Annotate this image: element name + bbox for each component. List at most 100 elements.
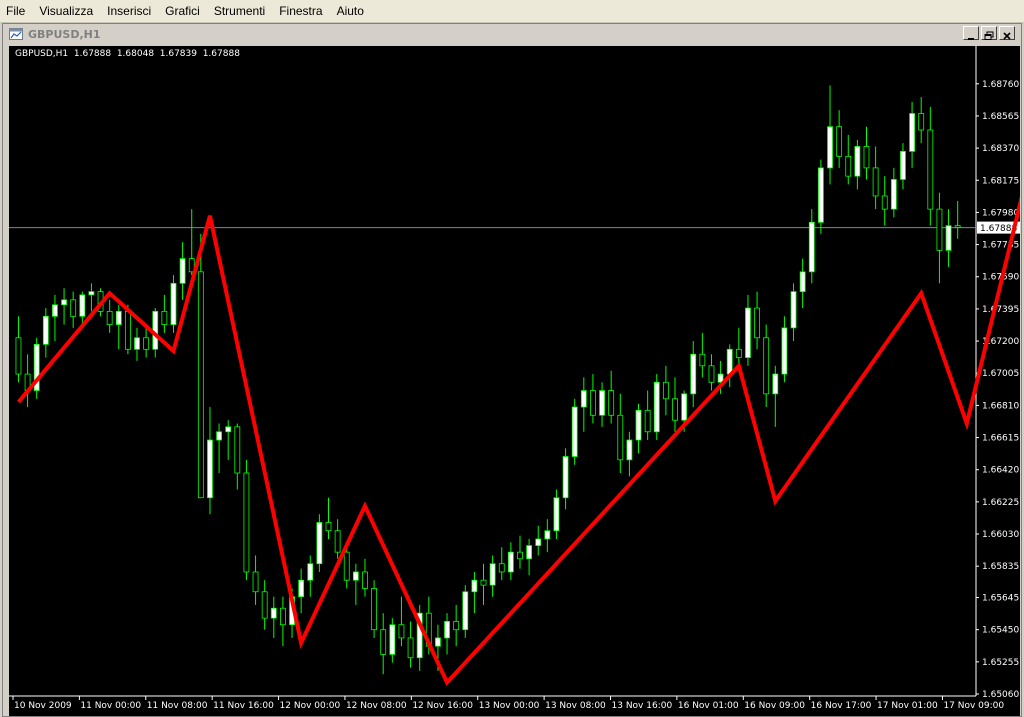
candle-body-bear xyxy=(362,571,368,589)
candle-body-bear xyxy=(590,390,596,416)
candle-body-bull xyxy=(42,315,49,345)
candle-body-bear xyxy=(617,414,624,461)
menu-insert[interactable]: Inserisci xyxy=(101,4,159,18)
chart-area[interactable]: GBPUSD,H1 1.67888 1.68048 1.67839 1.6788… xyxy=(9,46,1020,716)
price-tick-label: 1.65835 xyxy=(982,562,1019,572)
candle-body-bear xyxy=(70,299,77,317)
candle-body-bull xyxy=(580,390,587,408)
candle-body-bull xyxy=(544,530,551,540)
time-tick-label: 13 Nov 16:00 xyxy=(612,701,673,711)
candle-body-bull xyxy=(352,571,359,581)
candle-body-bear xyxy=(954,225,961,228)
candle-body-bear xyxy=(197,271,204,499)
zigzag-line xyxy=(16,195,1020,687)
time-tick-label: 16 Nov 17:00 xyxy=(811,701,872,711)
window-title: GBPUSD,H1 xyxy=(28,27,101,41)
menu-view[interactable]: Visualizza xyxy=(33,4,101,18)
candle-body-bull xyxy=(562,456,569,499)
candle-body-bear xyxy=(845,155,852,177)
candle-body-bear xyxy=(325,522,332,532)
price-tick-label: 1.68760 xyxy=(982,80,1019,90)
price-tick-label: 1.67980 xyxy=(982,208,1019,218)
price-tick-label: 1.66225 xyxy=(982,498,1019,508)
candle-body-bull xyxy=(489,563,496,586)
price-tick-label: 1.65060 xyxy=(982,690,1019,700)
candle-body-bull xyxy=(900,151,906,180)
candle-body-bull xyxy=(507,551,514,573)
candle-body-bull xyxy=(626,439,633,461)
price-tick-label: 1.65450 xyxy=(982,626,1019,636)
price-tick-label: 1.66810 xyxy=(982,401,1019,411)
candle-body-bear xyxy=(763,337,770,395)
price-chart[interactable]: 1.68760 1.68565 1.68370 1.68175 1.67980 1.677… xyxy=(9,46,1020,716)
candle-body-bull xyxy=(88,291,95,296)
restore-icon xyxy=(984,31,994,40)
price-tick-label: 1.67785 xyxy=(982,241,1019,251)
time-tick-label: 11 Nov 00:00 xyxy=(80,701,141,711)
time-tick-label: 12 Nov 08:00 xyxy=(346,701,407,711)
candle-body-bear xyxy=(644,409,651,433)
candle-body-bull xyxy=(298,579,305,598)
candle-body-bear xyxy=(872,167,879,197)
menu-bar: File Visualizza Inserisci Grafici Strume… xyxy=(0,0,1024,23)
candle-body-bear xyxy=(836,126,843,157)
time-tick-label: 12 Nov 16:00 xyxy=(412,701,473,711)
window-titlebar[interactable]: GBPUSD,H1 xyxy=(3,24,1021,44)
candle-body-bull xyxy=(444,621,450,639)
chart-window-icon xyxy=(9,28,23,40)
menu-help[interactable]: Aiuto xyxy=(331,4,372,18)
menu-tools[interactable]: Strumenti xyxy=(208,4,273,18)
candle-body-bear xyxy=(672,398,678,421)
candle-body-bull xyxy=(216,431,222,441)
candle-body-bear xyxy=(407,637,414,659)
candle-body-bull xyxy=(781,327,788,375)
candle-body-bear xyxy=(15,337,22,375)
candle-body-bear xyxy=(754,307,760,339)
candle-body-bull xyxy=(270,607,277,619)
time-tick-label: 13 Nov 00:00 xyxy=(479,701,540,711)
candle-body-bull xyxy=(553,497,560,532)
close-icon xyxy=(1003,32,1011,40)
time-tick-label: 10 Nov 2009 xyxy=(14,701,72,711)
candle-body-bull xyxy=(799,271,806,292)
minimize-button[interactable] xyxy=(963,26,979,40)
candle-body-bear xyxy=(243,472,250,573)
candle-body-bull xyxy=(909,113,915,152)
candle-body-bull xyxy=(179,258,186,284)
candle-body-bear xyxy=(927,129,934,210)
candle-body-bear xyxy=(498,563,505,573)
menu-file[interactable]: File xyxy=(0,4,33,18)
candle-body-bear xyxy=(106,310,113,325)
candle-body-bull xyxy=(890,179,897,210)
restore-button[interactable] xyxy=(981,26,997,40)
candle-body-bull xyxy=(471,579,478,593)
close-button[interactable] xyxy=(999,26,1015,40)
time-tick-label: 17 Nov 01:00 xyxy=(877,701,938,711)
menu-charts[interactable]: Grafici xyxy=(159,4,208,18)
candle-body-bull xyxy=(526,545,533,560)
candle-body-bull xyxy=(170,282,177,325)
menu-window[interactable]: Finestra xyxy=(273,4,330,18)
candle-body-bear xyxy=(881,195,888,210)
candle-body-bull xyxy=(207,439,213,499)
time-tick-label: 11 Nov 16:00 xyxy=(213,701,274,711)
price-tick-label: 1.68370 xyxy=(982,144,1019,154)
candle-body-bear xyxy=(124,310,131,350)
time-tick-label: 16 Nov 09:00 xyxy=(744,701,805,711)
candle-body-bull xyxy=(854,146,861,177)
candle-body-bear xyxy=(918,113,925,131)
candle-body-bull xyxy=(225,426,232,433)
price-tick-label: 1.67395 xyxy=(982,305,1019,315)
candle-body-bull xyxy=(115,310,122,325)
candle-body-bull xyxy=(635,409,642,441)
candle-body-bull xyxy=(790,291,797,329)
price-tick-label: 1.66030 xyxy=(982,530,1019,540)
price-tick-label: 1.65255 xyxy=(982,658,1019,668)
candle-body-bull xyxy=(827,126,833,169)
price-tick-label: 1.67005 xyxy=(982,369,1019,379)
candle-body-bear xyxy=(161,310,168,325)
candle-body-bear xyxy=(252,571,259,593)
price-tick-label: 1.68565 xyxy=(982,112,1019,122)
time-tick-label: 12 Nov 00:00 xyxy=(280,701,341,711)
candle-body-bear xyxy=(699,353,706,367)
